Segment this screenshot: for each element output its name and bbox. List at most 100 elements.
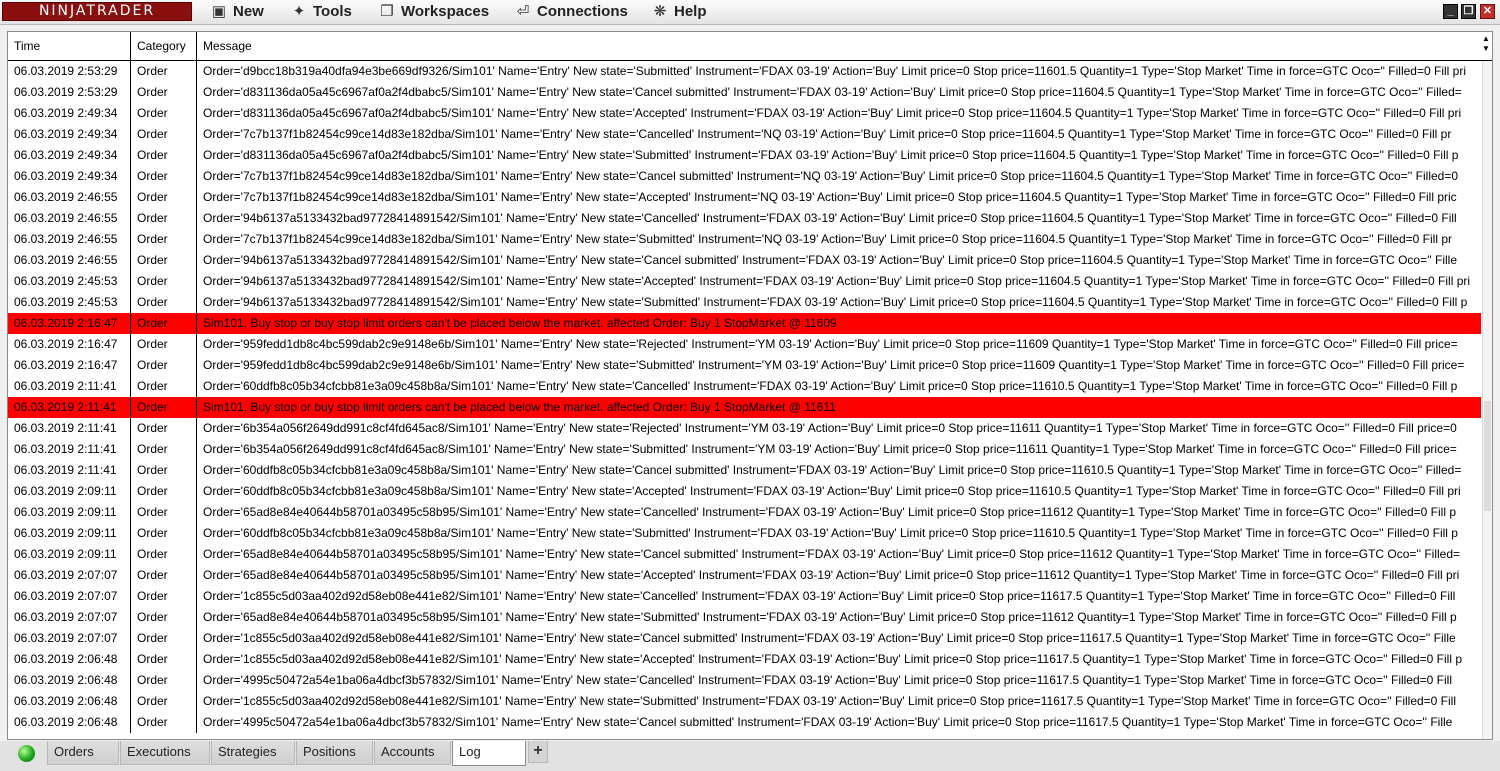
cell-category: Order xyxy=(131,103,197,124)
minimize-button[interactable]: _ xyxy=(1443,4,1458,19)
log-row[interactable]: 06.03.2019 2:46:55 Order Order='7c7b137f1b… xyxy=(8,187,1481,208)
cell-message: Order='60ddfb8c05b34cfcbb81e3a09c458b8a/… xyxy=(203,379,1458,393)
log-row[interactable]: 06.03.2019 2:07:07 Order Order='65ad8e84e4… xyxy=(8,607,1481,628)
cell-time: 06.03.2019 2:49:34 xyxy=(8,145,131,166)
cell-time: 06.03.2019 2:06:48 xyxy=(8,691,131,712)
cell-time: 06.03.2019 2:49:34 xyxy=(8,166,131,187)
tab-orders-label: Orders xyxy=(54,744,94,759)
log-row[interactable]: 06.03.2019 2:09:11 Order Order='65ad8e84e4… xyxy=(8,502,1481,523)
log-row[interactable]: 06.03.2019 2:06:48 Order Order='4995c50472… xyxy=(8,712,1481,733)
tab-positions[interactable]: Positions xyxy=(296,741,373,765)
cell-category: Order xyxy=(131,355,197,376)
log-row[interactable]: 06.03.2019 2:49:34 Order Order='7c7b137f1b… xyxy=(8,124,1481,145)
cell-category: Order xyxy=(131,229,197,250)
cell-category: Order xyxy=(131,649,197,670)
log-row[interactable]: 06.03.2019 2:07:07 Order Order='65ad8e84e4… xyxy=(8,565,1481,586)
cell-category: Order xyxy=(131,292,197,313)
maximize-button[interactable]: ❐ xyxy=(1461,4,1476,19)
cell-message: Order='65ad8e84e40644b58701a03495c58b95/… xyxy=(203,610,1457,624)
cell-category: Order xyxy=(131,628,197,649)
tab-strategies[interactable]: Strategies xyxy=(211,741,295,765)
log-row[interactable]: 06.03.2019 2:49:34 Order Order='d831136da0… xyxy=(8,103,1481,124)
cell-category: Order xyxy=(131,313,197,334)
tab-log[interactable]: Log xyxy=(452,741,526,766)
close-button[interactable]: ✕ xyxy=(1480,4,1495,19)
column-header-category[interactable]: Category xyxy=(131,32,197,60)
sort-arrows-icon[interactable]: ▲ ▼ xyxy=(1482,34,1492,54)
log-row[interactable]: 06.03.2019 2:45:53 Order Order='94b6137a51… xyxy=(8,292,1481,313)
cell-time: 06.03.2019 2:06:48 xyxy=(8,670,131,691)
menu-workspaces[interactable]: ❐ Workspaces xyxy=(378,0,489,24)
cell-time: 06.03.2019 2:46:55 xyxy=(8,187,131,208)
new-window-icon: ▣ xyxy=(211,3,227,20)
log-row[interactable]: 06.03.2019 2:45:53 Order Order='94b6137a51… xyxy=(8,271,1481,292)
cell-message: Order='d9bcc18b319a40dfa94e3be669df9326/… xyxy=(203,64,1466,78)
cell-category: Order xyxy=(131,523,197,544)
log-row[interactable]: 06.03.2019 2:16:47 Order Order='959fedd1db… xyxy=(8,334,1481,355)
menu-new[interactable]: ▣ New xyxy=(210,0,264,24)
cell-category: Order xyxy=(131,460,197,481)
tab-orders[interactable]: Orders xyxy=(47,741,119,765)
tools-icon: ✦ xyxy=(292,3,306,20)
log-row[interactable]: 06.03.2019 2:53:29 Order Order='d9bcc18b31… xyxy=(8,61,1481,82)
cell-category: Order xyxy=(131,670,197,691)
log-row[interactable]: 06.03.2019 2:49:34 Order Order='7c7b137f1b… xyxy=(8,166,1481,187)
log-row[interactable]: 06.03.2019 2:09:11 Order Order='60ddfb8c05… xyxy=(8,481,1481,502)
cell-category: Order xyxy=(131,187,197,208)
tab-accounts[interactable]: Accounts xyxy=(374,741,451,765)
cell-time: 06.03.2019 2:45:53 xyxy=(8,292,131,313)
vertical-scrollbar[interactable] xyxy=(1482,61,1492,739)
cell-category: Order xyxy=(131,334,197,355)
log-row[interactable]: 06.03.2019 2:07:07 Order Order='1c855c5d03… xyxy=(8,628,1481,649)
log-row-error[interactable]: 06.03.2019 2:16:47 Order Sim101, Buy stop … xyxy=(8,313,1481,334)
grid-header: Time Category Message ▲ ▼ xyxy=(8,32,1492,61)
log-row-error[interactable]: 06.03.2019 2:11:41 Order Sim101, Buy stop … xyxy=(8,397,1481,418)
menu-help[interactable]: ❋ Help xyxy=(651,0,707,24)
tab-executions[interactable]: Executions xyxy=(120,741,210,765)
connections-plug-icon: ⏎ xyxy=(516,3,530,20)
menu-connections-label: Connections xyxy=(537,3,628,20)
log-row[interactable]: 06.03.2019 2:11:41 Order Order='6b354a056f… xyxy=(8,418,1481,439)
cell-message: Sim101, Buy stop or buy stop limit order… xyxy=(203,400,836,414)
add-tab-button[interactable]: + xyxy=(528,741,548,763)
logo-text: NINJATRADER xyxy=(38,3,156,19)
cell-message: Order='4995c50472a54e1ba06a4dbcf3b57832/… xyxy=(203,673,1453,687)
cell-category: Order xyxy=(131,691,197,712)
column-header-time[interactable]: Time xyxy=(8,32,131,60)
menu-bar: NINJATRADER ▣ New ✦ Tools ❐ Workspaces ⏎ Con… xyxy=(0,0,1500,25)
cell-message: Order='65ad8e84e40644b58701a03495c58b95/… xyxy=(203,505,1457,519)
cell-category: Order xyxy=(131,586,197,607)
log-row[interactable]: 06.03.2019 2:46:55 Order Order='94b6137a51… xyxy=(8,208,1481,229)
cell-message: Order='94b6137a5133432bad97728414891542/… xyxy=(203,295,1468,309)
log-row[interactable]: 06.03.2019 2:06:48 Order Order='4995c50472… xyxy=(8,670,1481,691)
menu-tools[interactable]: ✦ Tools xyxy=(290,0,352,24)
connection-status-green-icon xyxy=(18,745,35,762)
log-row[interactable]: 06.03.2019 2:09:11 Order Order='65ad8e84e4… xyxy=(8,544,1481,565)
cell-message: Order='7c7b137f1b82454c99ce14d83e182dba/… xyxy=(203,190,1457,204)
menu-help-label: Help xyxy=(674,3,707,20)
log-row[interactable]: 06.03.2019 2:11:41 Order Order='60ddfb8c05… xyxy=(8,376,1481,397)
cell-message: Order='7c7b137f1b82454c99ce14d83e182dba/… xyxy=(203,232,1452,246)
log-row[interactable]: 06.03.2019 2:46:55 Order Order='94b6137a51… xyxy=(8,250,1481,271)
cell-time: 06.03.2019 2:11:41 xyxy=(8,376,131,397)
log-row[interactable]: 06.03.2019 2:07:07 Order Order='1c855c5d03… xyxy=(8,586,1481,607)
log-row[interactable]: 06.03.2019 2:49:34 Order Order='d831136da0… xyxy=(8,145,1481,166)
log-row[interactable]: 06.03.2019 2:06:48 Order Order='1c855c5d03… xyxy=(8,691,1481,712)
log-row[interactable]: 06.03.2019 2:11:41 Order Order='6b354a056f… xyxy=(8,439,1481,460)
cell-category: Order xyxy=(131,208,197,229)
log-row[interactable]: 06.03.2019 2:09:11 Order Order='60ddfb8c05… xyxy=(8,523,1481,544)
cell-message: Order='4995c50472a54e1ba06a4dbcf3b57832/… xyxy=(203,715,1453,729)
cell-message: Order='959fedd1db8c4bc599dab2c9e9148e6b/… xyxy=(203,337,1458,351)
log-row[interactable]: 06.03.2019 2:46:55 Order Order='7c7b137f1b… xyxy=(8,229,1481,250)
cell-time: 06.03.2019 2:46:55 xyxy=(8,229,131,250)
cell-message: Order='60ddfb8c05b34cfcbb81e3a09c458b8a/… xyxy=(203,463,1462,477)
menu-connections[interactable]: ⏎ Connections xyxy=(514,0,628,24)
log-row[interactable]: 06.03.2019 2:53:29 Order Order='d831136da0… xyxy=(8,82,1481,103)
log-row[interactable]: 06.03.2019 2:06:48 Order Order='1c855c5d03… xyxy=(8,649,1481,670)
scrollbar-thumb[interactable] xyxy=(1484,401,1491,511)
log-row[interactable]: 06.03.2019 2:11:41 Order Order='60ddfb8c05… xyxy=(8,460,1481,481)
column-header-message[interactable]: Message xyxy=(197,32,1481,60)
cell-time: 06.03.2019 2:06:48 xyxy=(8,712,131,733)
cell-message: Order='d831136da05a45c6967af0a2f4dbabc5/… xyxy=(203,85,1462,99)
log-row[interactable]: 06.03.2019 2:16:47 Order Order='959fedd1db… xyxy=(8,355,1481,376)
